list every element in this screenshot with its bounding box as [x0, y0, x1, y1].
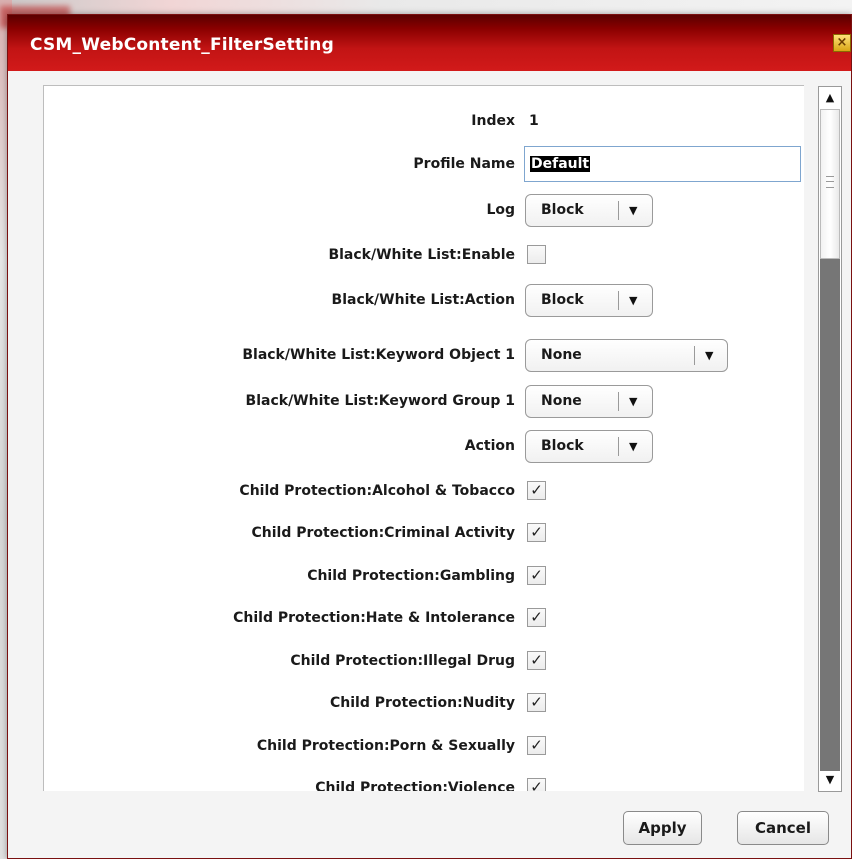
- child-protection-checkbox[interactable]: ✓: [527, 523, 546, 542]
- bw-keyword-group-select[interactable]: None ▼: [525, 385, 653, 418]
- scroll-thumb[interactable]: [820, 109, 840, 259]
- dialog-title: CSM_WebContent_FilterSetting: [30, 35, 334, 55]
- child-protection-label: Child Protection:Nudity: [329, 695, 515, 711]
- child-protection-label: Child Protection:Criminal Activity: [251, 525, 516, 541]
- profile-name-input[interactable]: Default: [524, 146, 801, 182]
- row-child-protection: Child Protection:Nudity ✓: [44, 683, 804, 723]
- scroll-up-icon[interactable]: ▲: [819, 87, 841, 109]
- row-child-protection: Child Protection:Gambling ✓: [44, 556, 804, 596]
- row-bw-keyword-object: Black/White List:Keyword Object 1 None ▼: [44, 335, 804, 375]
- child-protection-checkbox[interactable]: ✓: [527, 566, 546, 585]
- bw-action-select-value: Block: [541, 292, 584, 308]
- settings-form: Index 1 Profile Name Default Log Block ▼…: [43, 85, 804, 791]
- bw-keyword-object-value: None: [541, 347, 582, 363]
- close-icon[interactable]: ×: [833, 34, 851, 52]
- row-action: Action Block ▼: [44, 426, 804, 466]
- child-protection-checkbox[interactable]: ✓: [527, 481, 546, 500]
- bw-action-label: Black/White List:Action: [331, 292, 515, 308]
- row-child-protection: Child Protection:Alcohol & Tobacco ✓: [44, 471, 804, 511]
- row-index: Index 1: [44, 101, 804, 141]
- profile-name-label: Profile Name: [413, 156, 515, 172]
- row-child-protection: Child Protection:Hate & Intolerance ✓: [44, 598, 804, 638]
- row-bw-action: Black/White List:Action Block ▼: [44, 280, 804, 320]
- bw-keyword-object-label: Black/White List:Keyword Object 1: [242, 347, 515, 363]
- child-protection-label: Child Protection:Hate & Intolerance: [233, 610, 515, 626]
- chevron-down-icon: ▼: [629, 395, 638, 408]
- chevron-down-icon: ▼: [629, 204, 638, 217]
- index-value: 1: [529, 113, 539, 129]
- apply-button[interactable]: Apply: [623, 811, 702, 845]
- child-protection-checkbox[interactable]: ✓: [527, 736, 546, 755]
- row-bw-keyword-group: Black/White List:Keyword Group 1 None ▼: [44, 381, 804, 421]
- profile-name-value: Default: [530, 156, 591, 172]
- chevron-down-icon: ▼: [629, 294, 638, 307]
- row-child-protection: Child Protection:Violence ✓: [44, 768, 804, 791]
- bw-keyword-group-value: None: [541, 393, 582, 409]
- child-protection-label: Child Protection:Alcohol & Tobacco: [239, 483, 515, 499]
- action-label: Action: [464, 438, 515, 454]
- bw-keyword-group-label: Black/White List:Keyword Group 1: [245, 393, 515, 409]
- dialog-titlebar[interactable]: CSM_WebContent_FilterSetting ×: [8, 15, 851, 71]
- log-select-value: Block: [541, 202, 584, 218]
- row-bw-enable: Black/White List:Enable: [44, 235, 804, 275]
- row-profile-name: Profile Name Default: [44, 144, 804, 184]
- row-child-protection: Child Protection:Criminal Activity ✓: [44, 513, 804, 553]
- child-protection-checkbox[interactable]: ✓: [527, 693, 546, 712]
- child-protection-checkbox[interactable]: ✓: [527, 778, 546, 791]
- chevron-down-icon: ▼: [629, 440, 638, 453]
- log-select[interactable]: Block ▼: [525, 194, 653, 227]
- filter-setting-dialog: CSM_WebContent_FilterSetting × Index 1 P…: [7, 14, 852, 859]
- cancel-button[interactable]: Cancel: [737, 811, 829, 845]
- row-child-protection: Child Protection:Porn & Sexually ✓: [44, 726, 804, 766]
- form-scrollbar[interactable]: ▲ ▼: [818, 86, 842, 792]
- child-protection-checkbox[interactable]: ✓: [527, 651, 546, 670]
- row-child-protection: Child Protection:Illegal Drug ✓: [44, 641, 804, 681]
- action-select-value: Block: [541, 438, 584, 454]
- child-protection-label: Child Protection:Illegal Drug: [290, 653, 515, 669]
- bw-keyword-object-select[interactable]: None ▼: [525, 339, 728, 372]
- index-label: Index: [471, 113, 515, 129]
- child-protection-label: Child Protection:Porn & Sexually: [256, 738, 515, 754]
- child-protection-label: Child Protection:Violence: [315, 780, 515, 791]
- row-log: Log Block ▼: [44, 190, 804, 230]
- child-protection-label: Child Protection:Gambling: [307, 568, 515, 584]
- bw-action-select[interactable]: Block ▼: [525, 284, 653, 317]
- bw-enable-label: Black/White List:Enable: [328, 247, 515, 263]
- log-label: Log: [486, 202, 515, 218]
- child-protection-checkbox[interactable]: ✓: [527, 608, 546, 627]
- chevron-down-icon: ▼: [705, 349, 714, 362]
- bw-enable-checkbox[interactable]: [527, 245, 546, 264]
- action-select[interactable]: Block ▼: [525, 430, 653, 463]
- scroll-down-icon[interactable]: ▼: [819, 769, 841, 791]
